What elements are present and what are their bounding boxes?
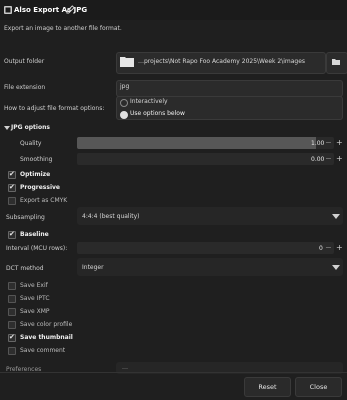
save-thumbnail-checkbox[interactable] (8, 333, 16, 342)
radio-use-options-label: Use options below (130, 110, 185, 117)
quality-slider-fill (77, 137, 316, 149)
save-iptc-label: Save IPTC (20, 295, 50, 302)
jpg-options-header[interactable]: JPG options (11, 124, 50, 131)
subsampling-value: 4:4:4 (best quality) (82, 213, 140, 220)
format-options-label: How to adjust file format options: (4, 105, 105, 112)
save-iptc-checkbox[interactable] (8, 295, 16, 303)
quality-decrement-icon[interactable]: − (325, 138, 332, 147)
radio-use-options-below[interactable] (120, 111, 128, 119)
radio-interactively-label: Interactively (130, 98, 168, 105)
collapse-icon[interactable] (4, 126, 10, 130)
smoothing-label: Smoothing (20, 156, 53, 163)
quality-increment-icon[interactable]: + (336, 138, 343, 147)
save-comment-checkbox[interactable] (8, 347, 16, 355)
app-icon (4, 6, 12, 14)
baseline-label: Baseline (20, 231, 49, 238)
subsampling-chevron-icon (332, 214, 340, 219)
dct-method-dropdown[interactable] (77, 258, 343, 276)
save-exif-checkbox[interactable] (8, 282, 16, 290)
window-title: Also Export As JPG (14, 6, 88, 14)
folder-icon (120, 57, 134, 67)
radio-interactively[interactable] (120, 99, 128, 107)
interval-increment-icon[interactable]: + (336, 243, 343, 252)
save-comment-label: Save comment (20, 347, 66, 354)
file-extension-input[interactable] (116, 80, 343, 97)
interval-value: 0 (319, 245, 323, 252)
save-color-profile-checkbox[interactable] (8, 321, 16, 329)
export-cmyk-checkbox[interactable] (8, 197, 16, 205)
interval-decrement-icon[interactable]: − (325, 243, 332, 252)
smoothing-slider[interactable] (77, 153, 334, 165)
optimize-label: Optimize (20, 171, 51, 178)
preferences-value: … (122, 364, 128, 371)
output-folder-path: …projects\Not Rapo Foo Academy 2025\Week… (138, 58, 306, 65)
dct-method-chevron-icon (332, 265, 340, 270)
quality-label: Quality (20, 140, 42, 147)
progressive-label: Progressive (20, 184, 60, 191)
export-cmyk-label: Export as CMYK (20, 197, 68, 204)
interval-label: Interval (MCU rows): (6, 245, 68, 252)
save-xmp-label: Save XMP (20, 308, 50, 315)
edit-icon[interactable] (66, 5, 75, 14)
footer-divider (0, 372, 347, 373)
dct-method-label: DCT method (6, 265, 44, 272)
save-thumbnail-label: Save thumbnail (20, 334, 73, 341)
smoothing-value: 0.00 (311, 156, 325, 163)
quality-value: 1.00 (311, 140, 325, 147)
progressive-checkbox[interactable] (8, 183, 16, 192)
save-color-profile-label: Save color profile (20, 321, 73, 328)
file-extension-value: jpg (120, 83, 130, 90)
subsampling-label: Subsampling (6, 214, 45, 221)
output-folder-label: Output folder (4, 58, 45, 65)
close-button[interactable]: Close (295, 377, 342, 397)
window-subtitle: Export an image to another file format. (4, 25, 122, 32)
save-xmp-checkbox[interactable] (8, 308, 16, 316)
folder-open-icon (332, 59, 340, 65)
baseline-checkbox[interactable] (8, 230, 16, 239)
reset-button[interactable]: Reset (244, 377, 291, 397)
save-exif-label: Save Exif (20, 282, 48, 289)
file-extension-label: File extension (4, 84, 46, 91)
dct-method-value: Integer (82, 264, 104, 271)
optimize-checkbox[interactable] (8, 170, 16, 179)
smoothing-decrement-icon[interactable]: − (325, 154, 332, 163)
smoothing-increment-icon[interactable]: + (336, 154, 343, 163)
interval-slider[interactable] (77, 242, 334, 254)
